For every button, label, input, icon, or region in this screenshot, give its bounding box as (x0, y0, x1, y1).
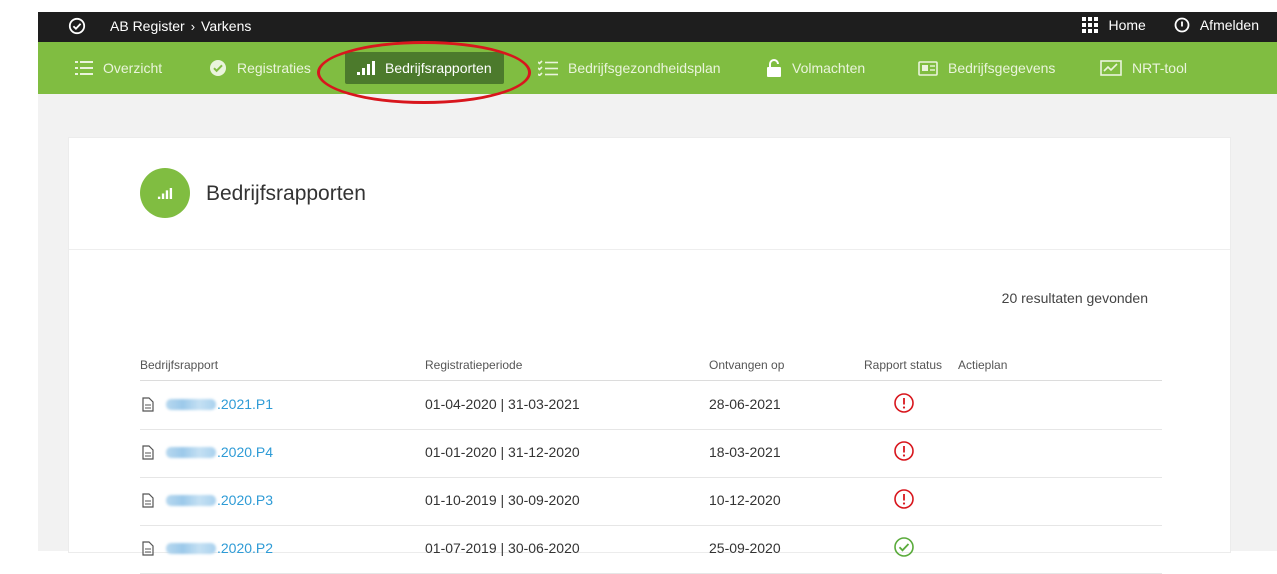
result-count: 20 resultaten gevonden (1001, 290, 1148, 306)
nav-label: Bedrijfsgegevens (948, 60, 1056, 76)
report-link[interactable]: .2020.P2 (166, 540, 273, 556)
nav-label: Overzicht (103, 60, 163, 76)
received-date: 18-03-2021 (709, 444, 781, 460)
chart-line-icon (1100, 60, 1122, 76)
report-link[interactable]: .2020.P4 (166, 444, 273, 460)
column-header-actieplan: Actieplan (958, 358, 1008, 372)
table-header: Bedrijfsrapport Registratieperiode Ontva… (140, 354, 1162, 381)
registration-period: 01-04-2020 | 31-03-2021 (425, 396, 580, 412)
registration-period: 01-01-2020 | 31-12-2020 (425, 444, 580, 460)
blurred-identifier (166, 494, 216, 506)
id-card-icon (918, 61, 938, 76)
app-frame: AB Register › Varkens Home Afmelden Over… (38, 12, 1277, 574)
column-header-registratieperiode: Registratieperiode (425, 358, 523, 372)
report-code: .2020.P3 (217, 492, 274, 508)
list-icon (75, 61, 93, 75)
blurred-identifier (166, 542, 216, 554)
check-circle-icon[interactable] (893, 536, 915, 558)
page-title: Bedrijfsrapporten (206, 182, 366, 205)
nav-item-bedrijfsgegevens[interactable]: Bedrijfsgegevens (918, 42, 1055, 94)
nav-label: Registraties (237, 60, 311, 76)
warning-circle-icon[interactable] (893, 440, 915, 462)
nav-item-bedrijfsrapporten[interactable]: Bedrijfsrapporten (345, 52, 504, 84)
bar-signal-icon (357, 61, 375, 75)
warning-circle-icon[interactable] (893, 488, 915, 510)
logout-label: Afmelden (1199, 17, 1259, 33)
report-code: .2020.P2 (217, 540, 274, 556)
nav-item-volmachten[interactable]: Volmachten (766, 42, 865, 94)
nav-item-nrt-tool[interactable]: NRT-tool (1100, 42, 1187, 94)
table-row: .2020.P4 01-01-2020 | 31-12-2020 18-03-2… (140, 429, 1162, 478)
nav-item-overzicht[interactable]: Overzicht (75, 42, 162, 94)
checklist-icon (538, 60, 558, 76)
received-date: 25-09-2020 (709, 540, 781, 556)
report-code: .2021.P1 (217, 396, 274, 412)
home-link[interactable]: Home (1082, 17, 1146, 33)
document-icon (142, 541, 154, 556)
power-icon (1174, 17, 1190, 33)
received-date: 28-06-2021 (709, 396, 781, 412)
table-row: .2020.P3 01-10-2019 | 30-09-2020 10-12-2… (140, 477, 1162, 526)
document-icon (142, 397, 154, 412)
table-row: .2021.P1 01-04-2020 | 31-03-2021 28-06-2… (140, 381, 1162, 430)
check-circle-icon[interactable] (68, 17, 86, 35)
content-card: Bedrijfsrapporten 20 resultaten gevonden… (68, 137, 1231, 574)
table-row: .2020.P2 01-07-2019 | 30-06-2020 25-09-2… (140, 525, 1162, 574)
chevron-right-icon: › (190, 18, 196, 34)
check-circle-icon (210, 60, 226, 76)
blurred-identifier (166, 398, 216, 410)
document-icon (142, 493, 154, 508)
column-header-bedrijfsrapport: Bedrijfsrapport (140, 358, 219, 372)
card-header: Bedrijfsrapporten (69, 138, 1230, 250)
nav-label: Bedrijfsrapporten (385, 60, 492, 76)
nav-item-bedrijfsgezondheidsplan[interactable]: Bedrijfsgezondheidsplan (538, 42, 721, 94)
received-date: 10-12-2020 (709, 492, 781, 508)
registration-period: 01-10-2019 | 30-09-2020 (425, 492, 580, 508)
column-header-ontvangen-op: Ontvangen op (709, 358, 785, 372)
registration-period: 01-07-2019 | 30-06-2020 (425, 540, 580, 556)
grid-icon (1082, 17, 1099, 33)
nav-label: NRT-tool (1132, 60, 1187, 76)
breadcrumb: AB Register › Varkens (110, 18, 251, 34)
blurred-identifier (166, 446, 216, 458)
report-link[interactable]: .2020.P3 (166, 492, 273, 508)
nav-label: Volmachten (792, 60, 866, 76)
column-header-rapport-status: Rapport status (864, 358, 943, 372)
top-bar: AB Register › Varkens Home Afmelden (38, 12, 1277, 42)
breadcrumb-item-ab-register[interactable]: AB Register (110, 18, 185, 34)
report-link[interactable]: .2021.P1 (166, 396, 273, 412)
main-nav: Overzicht Registraties Bedrijfsrapporten… (38, 42, 1277, 94)
padlock-icon (767, 59, 781, 77)
document-icon (142, 445, 154, 460)
logout-link[interactable]: Afmelden (1174, 17, 1259, 33)
nav-item-registraties[interactable]: Registraties (209, 42, 311, 94)
home-label: Home (1108, 17, 1146, 33)
breadcrumb-item-varkens[interactable]: Varkens (201, 18, 251, 34)
bar-signal-icon (140, 168, 190, 218)
report-code: .2020.P4 (217, 444, 274, 460)
nav-label: Bedrijfsgezondheidsplan (568, 60, 721, 76)
warning-circle-icon[interactable] (893, 392, 915, 414)
